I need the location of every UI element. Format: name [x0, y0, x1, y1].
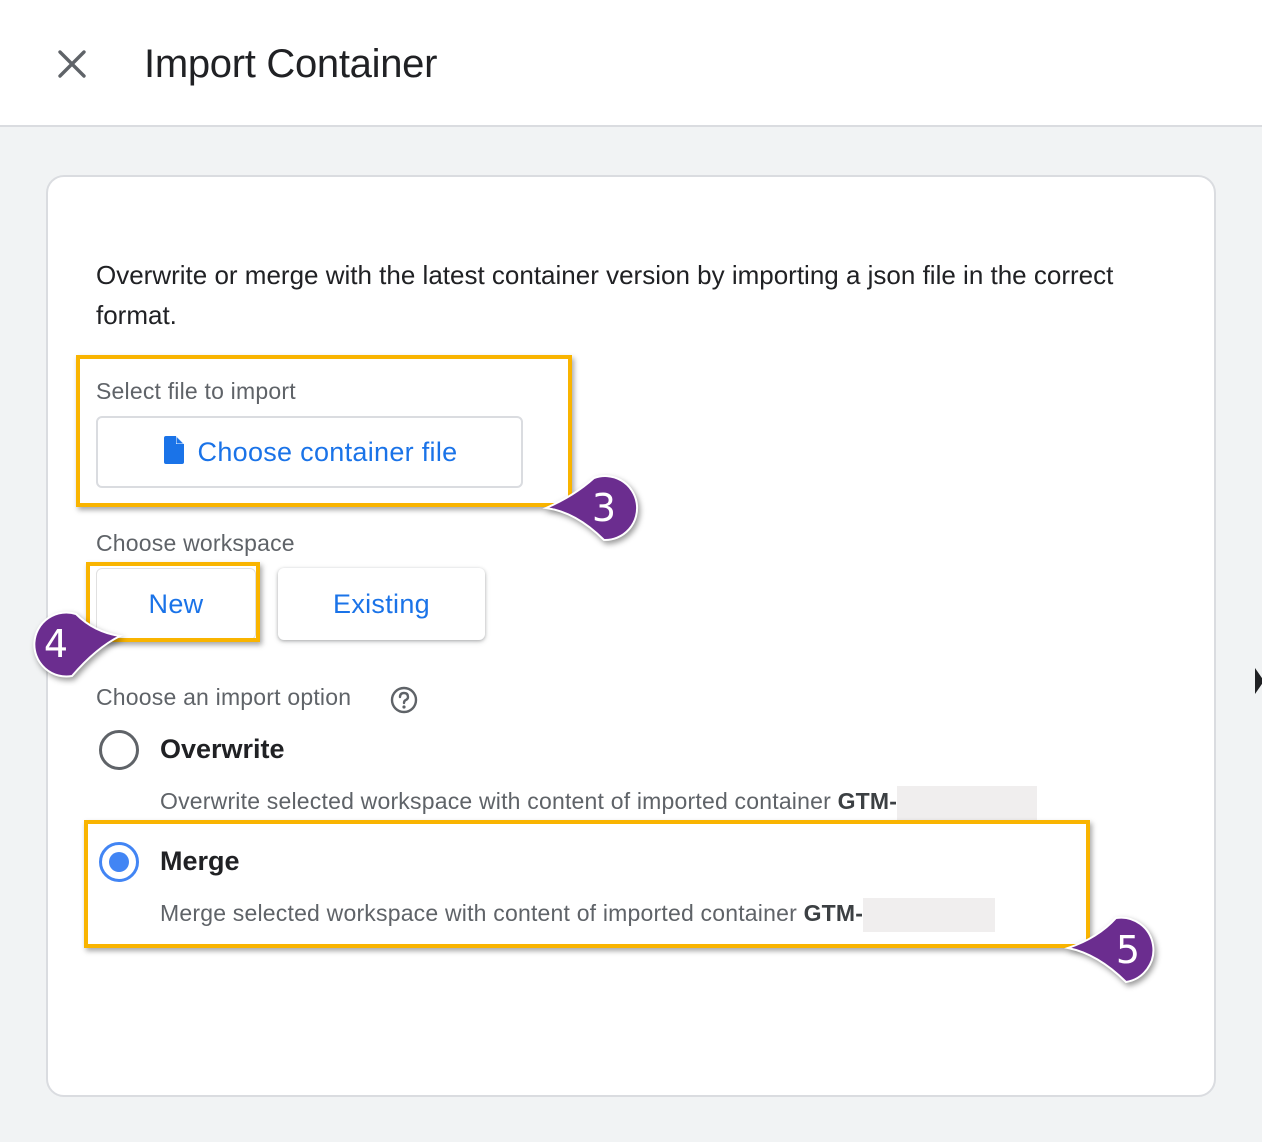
- step-4-badge: 4: [14, 602, 134, 686]
- redacted-container-id: [863, 898, 996, 932]
- import-description: Overwrite or merge with the latest conta…: [96, 260, 1114, 330]
- overwrite-radio[interactable]: [99, 730, 139, 770]
- import-option-label: Choose an import option: [96, 684, 352, 710]
- merge-option-description: Merge selected workspace with content of…: [160, 898, 996, 932]
- overwrite-option-description: Overwrite selected workspace with conten…: [160, 786, 1038, 820]
- file-icon: [162, 435, 186, 469]
- dialog-header: Import Container: [0, 0, 1262, 127]
- dialog-title: Import Container: [144, 42, 438, 86]
- overwrite-option-title: Overwrite: [160, 734, 285, 764]
- step-3-number: 3: [591, 486, 617, 530]
- cursor-icon: [1255, 668, 1262, 694]
- choose-workspace-label: Choose workspace: [96, 530, 295, 556]
- merge-radio[interactable]: [99, 842, 139, 882]
- choose-container-file-label: Choose container file: [197, 436, 458, 467]
- step-3-badge: 3: [530, 470, 650, 550]
- close-icon[interactable]: [52, 44, 92, 84]
- choose-container-file-button[interactable]: Choose container file: [96, 416, 523, 488]
- step-5-badge: 5: [1056, 910, 1176, 992]
- select-file-label: Select file to import: [96, 378, 296, 404]
- workspace-existing-button[interactable]: Existing: [278, 568, 485, 640]
- step-4-number: 4: [43, 622, 69, 666]
- redacted-container-id: [897, 786, 1038, 820]
- merge-option-title: Merge: [160, 846, 240, 876]
- step-5-number: 5: [1115, 928, 1141, 972]
- help-icon[interactable]: [390, 686, 418, 714]
